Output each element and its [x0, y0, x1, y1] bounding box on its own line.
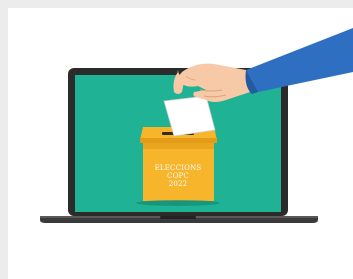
- election-illustration: [40, 28, 353, 223]
- ballot-box-line2: COPC: [167, 172, 189, 180]
- ballot-box-label: ELECCIONS COPC 2022: [133, 164, 223, 188]
- ballot-box-line1: ELECCIONS: [154, 164, 202, 172]
- ballot-box-line3: 2022: [168, 180, 188, 188]
- page-frame: ELECCIONS COPC 2022: [0, 0, 353, 279]
